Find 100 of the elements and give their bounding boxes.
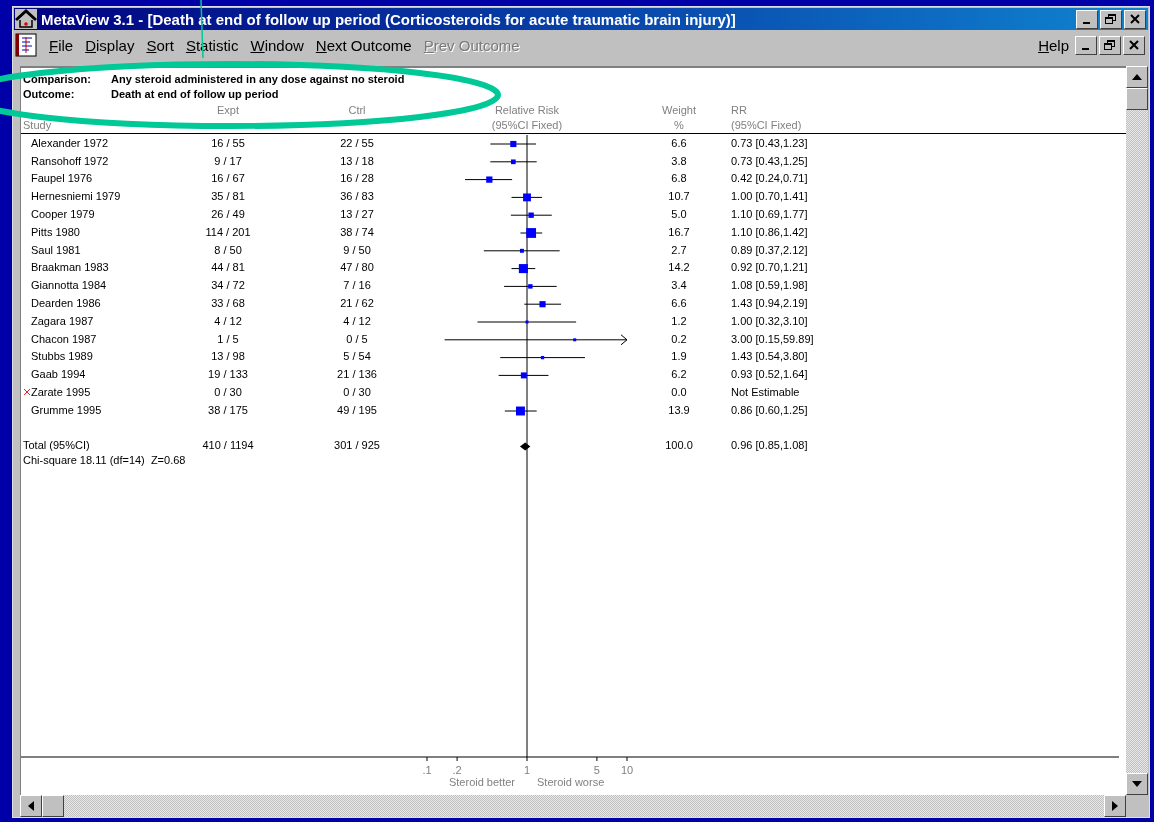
- weight-value: 14.2: [667, 261, 691, 274]
- rr-value: 0.89 [0.37,2.12]: [731, 243, 809, 256]
- expt-events: 19 / 133: [207, 368, 249, 381]
- menu-item[interactable]: Display: [79, 36, 141, 54]
- outcome-label: Outcome:: [23, 88, 76, 101]
- minimize-button[interactable]: [1075, 35, 1097, 55]
- expt-events: 44 / 81: [210, 261, 246, 274]
- effect-box: [525, 320, 529, 324]
- column-header: RR: [731, 103, 748, 116]
- effect-box: [486, 176, 493, 183]
- restore-icon: [1103, 39, 1117, 51]
- ctrl-events: 22 / 55: [339, 136, 375, 149]
- comparison-label: Comparison:: [23, 72, 92, 85]
- tick-label: 5: [593, 764, 600, 776]
- effect-box: [516, 406, 525, 416]
- menu-item[interactable]: Window: [244, 36, 310, 54]
- down-arrow-icon: [1132, 781, 1142, 787]
- weight-value: 16.7: [667, 225, 691, 238]
- left-arrow-icon: [28, 801, 34, 811]
- rr-value: 0.96 [0.85,1.08]: [731, 439, 809, 452]
- menu-item[interactable]: Next Outcome: [309, 36, 418, 54]
- weight-value: 2.7: [670, 243, 688, 256]
- minimize-button[interactable]: [1076, 9, 1098, 29]
- study-name: Grumme 1995: [31, 403, 102, 416]
- weight-value: 5.0: [670, 208, 688, 221]
- study-name: Chacon 1987: [31, 332, 97, 345]
- ctrl-events: 13 / 27: [339, 208, 375, 221]
- expt-events: 0 / 30: [213, 386, 243, 399]
- study-name: Dearden 1986: [31, 297, 101, 310]
- ctrl-events: 47 / 80: [339, 261, 375, 274]
- ctrl-events: 4 / 12: [342, 314, 372, 327]
- expt-events: 4 / 12: [213, 314, 243, 327]
- weight-value: 1.9: [670, 350, 688, 363]
- restore-button[interactable]: [1099, 35, 1121, 55]
- expt-events: 35 / 81: [210, 190, 246, 203]
- ctrl-events: 0 / 5: [345, 332, 369, 345]
- ctrl-events: 7 / 16: [342, 279, 372, 292]
- total-diamond: [519, 442, 531, 451]
- ctrl-events: 21 / 136: [336, 368, 378, 381]
- minimize-icon: [1082, 21, 1090, 24]
- study-name: Pitts 1980: [31, 225, 80, 238]
- menu-item[interactable]: Help: [1032, 36, 1075, 54]
- minimize-icon: [1081, 47, 1089, 50]
- close-button[interactable]: [1123, 35, 1145, 55]
- ctrl-events: 49 / 195: [336, 403, 378, 416]
- column-header: Relative Risk: [493, 103, 561, 116]
- effect-box: [510, 140, 517, 148]
- effect-box: [528, 212, 534, 218]
- ctrl-events: 0 / 30: [342, 386, 372, 399]
- study-name: Stubbs 1989: [31, 350, 93, 363]
- rr-value: 0.42 [0.24,0.71]: [731, 172, 809, 185]
- ctrl-events: 21 / 62: [339, 297, 375, 310]
- scroll-left-button[interactable]: [20, 795, 42, 817]
- column-header: (95%CI Fixed): [731, 119, 803, 132]
- effect-box: [511, 159, 516, 165]
- column-header: (95%CI Fixed): [490, 119, 564, 132]
- up-arrow-icon: [1132, 74, 1142, 80]
- close-icon: [1127, 39, 1141, 51]
- horizontal-scrollbar[interactable]: [20, 795, 1126, 817]
- study-name: Cooper 1979: [31, 208, 95, 221]
- ctrl-events: 9 / 50: [342, 243, 372, 256]
- study-name: Zagara 1987: [31, 314, 94, 327]
- effect-box: [523, 193, 531, 202]
- rr-value: 0.93 [0.52,1.64]: [731, 368, 809, 381]
- effect-box: [519, 248, 524, 253]
- document-icon[interactable]: [15, 33, 37, 57]
- tick-label: .2: [452, 764, 462, 776]
- rr-value: 1.00 [0.70,1.41]: [731, 190, 809, 203]
- scroll-thumb[interactable]: [1126, 88, 1148, 110]
- rr-value: 0.73 [0.43,1.23]: [731, 136, 809, 149]
- scroll-down-button[interactable]: [1126, 773, 1148, 795]
- ctrl-events: 13 / 18: [339, 154, 375, 167]
- study-name: Gaab 1994: [31, 368, 86, 381]
- scroll-up-button[interactable]: [1126, 66, 1148, 88]
- weight-value: 10.7: [667, 190, 691, 203]
- ctrl-events: 5 / 54: [342, 350, 372, 363]
- menu-item[interactable]: File: [43, 36, 80, 54]
- ctrl-events: 36 / 83: [339, 190, 375, 203]
- ctrl-events: 301 / 925: [333, 439, 381, 452]
- effect-box: [526, 228, 537, 238]
- menu-item[interactable]: Sort: [140, 36, 180, 54]
- vertical-scrollbar[interactable]: [1126, 66, 1148, 795]
- scroll-right-button[interactable]: [1104, 795, 1126, 817]
- weight-value: 6.6: [670, 136, 688, 149]
- weight-value: 1.2: [670, 314, 688, 327]
- total-label: Total (95%CI): [22, 439, 91, 452]
- axis-caption: Steroid worse: [537, 776, 605, 788]
- rr-value: 1.10 [0.69,1.77]: [731, 208, 809, 221]
- effect-box: [528, 284, 533, 289]
- restore-button[interactable]: [1100, 9, 1122, 29]
- weight-value: 3.4: [670, 279, 688, 292]
- expt-events: 33 / 68: [210, 297, 246, 310]
- effect-box: [539, 301, 546, 308]
- column-header: Expt: [216, 103, 240, 116]
- close-button[interactable]: [1124, 9, 1146, 29]
- scroll-thumb[interactable]: [42, 795, 64, 817]
- expt-events: 26 / 49: [210, 208, 246, 221]
- expt-events: 9 / 17: [213, 154, 243, 167]
- weight-value: 6.2: [670, 368, 688, 381]
- study-name: Zarate 1995: [31, 386, 91, 399]
